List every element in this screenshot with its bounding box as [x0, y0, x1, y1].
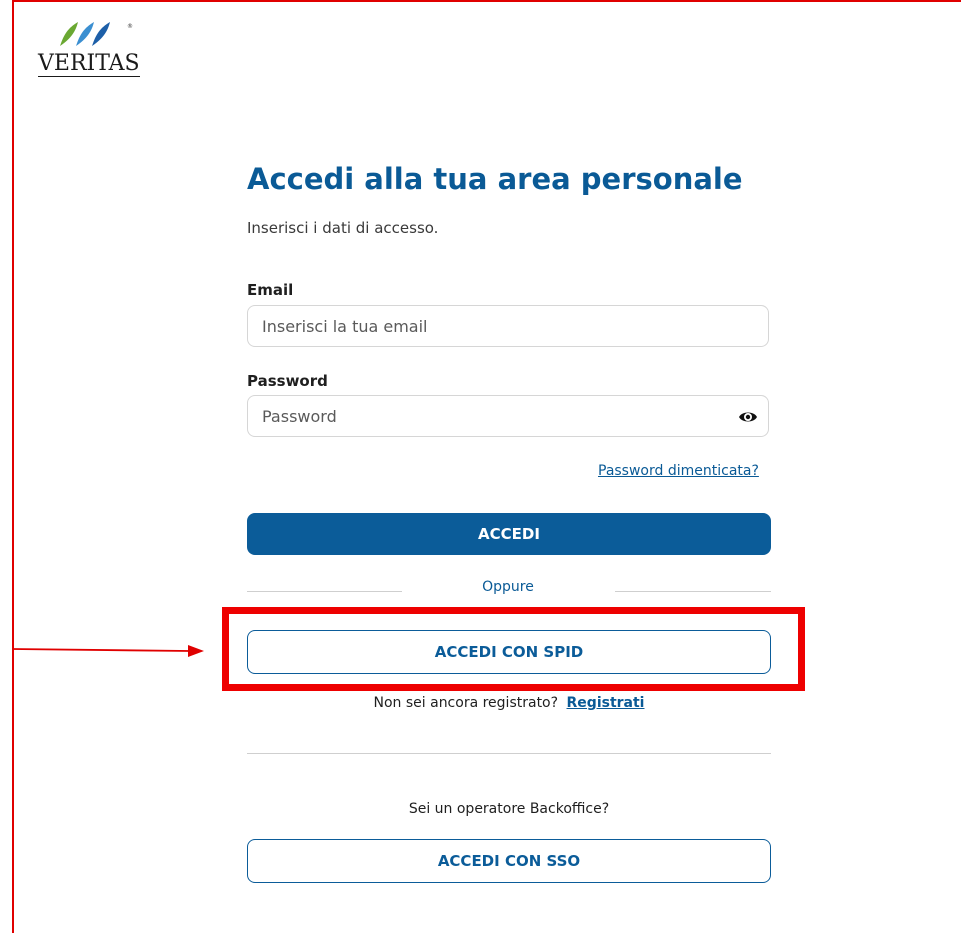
section-separator: [247, 753, 771, 754]
password-input[interactable]: [262, 396, 732, 436]
divider-text: Oppure: [482, 579, 534, 595]
register-link[interactable]: Registrati: [567, 695, 645, 711]
login-button[interactable]: ACCEDI: [247, 513, 771, 555]
email-field-container: [247, 305, 769, 347]
page-title: Accedi alla tua area personale: [247, 162, 743, 196]
email-label: Email: [247, 281, 294, 299]
veritas-logo: ® VERITAS: [38, 18, 148, 82]
page-subtitle: Inserisci i dati di accesso.: [247, 219, 439, 237]
logo-wordmark: VERITAS: [38, 51, 140, 77]
annotation-highlight-box: [222, 607, 805, 691]
email-input[interactable]: [262, 306, 732, 346]
logo-registered-mark: ®: [127, 23, 133, 30]
password-field-container: [247, 395, 769, 437]
register-prompt: Non sei ancora registrato?: [373, 695, 559, 711]
operator-prompt: Sei un operatore Backoffice?: [408, 801, 610, 817]
annotation-arrow-icon: [12, 645, 204, 657]
logo-waves-icon: [60, 22, 110, 46]
annotation-frame-left: [12, 0, 14, 933]
password-label: Password: [247, 372, 328, 390]
sso-login-button[interactable]: ACCEDI CON SSO: [247, 839, 771, 883]
register-row: Non sei ancora registrato? Registrati: [247, 695, 771, 711]
eye-icon[interactable]: [738, 407, 758, 427]
divider-line-right: [615, 591, 771, 592]
divider-line-left: [247, 591, 402, 592]
annotation-frame-top: [12, 0, 961, 2]
forgot-password-link[interactable]: Password dimenticata?: [598, 463, 759, 479]
